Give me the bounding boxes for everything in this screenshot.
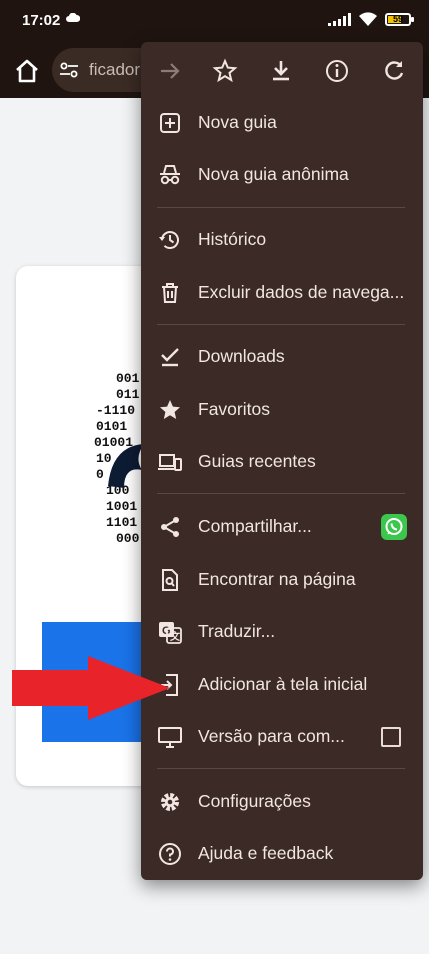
menu-item-label: Nova guia anônima: [198, 164, 349, 184]
svg-text:001: 001: [116, 371, 140, 386]
menu-item-add-to-home-screen[interactable]: Adicionar à tela inicial: [141, 661, 423, 709]
desktop-site-checkbox[interactable]: [381, 727, 401, 747]
info-icon[interactable]: [324, 58, 350, 84]
svg-text:1101: 1101: [106, 515, 137, 530]
download-check-icon: [161, 348, 179, 367]
battery-icon: 59: [385, 12, 414, 26]
menu-item-label: Histórico: [198, 229, 267, 249]
svg-text:10: 10: [96, 451, 112, 466]
svg-text:-1110: -1110: [96, 403, 135, 418]
menu-item-history[interactable]: Histórico: [141, 216, 423, 264]
site-settings-icon[interactable]: [60, 62, 78, 78]
status-indicators: 59: [328, 12, 414, 26]
menu-action-row: [141, 42, 423, 98]
help-icon: [159, 843, 181, 865]
incognito-icon: [160, 165, 180, 185]
menu-item-label: Configurações: [198, 791, 311, 811]
menu-divider: [157, 207, 405, 208]
menu-item-recent-tabs[interactable]: Guias recentes: [141, 438, 423, 486]
menu-item-translate[interactable]: G 文 Traduzir...: [141, 608, 423, 656]
history-icon: [159, 231, 179, 249]
whatsapp-share-button[interactable]: [381, 514, 407, 540]
svg-text:000: 000: [116, 531, 140, 546]
menu-item-label: Adicionar à tela inicial: [198, 674, 368, 694]
menu-item-downloads[interactable]: Downloads: [141, 333, 423, 381]
menu-item-clear-data[interactable]: Excluir dados de navega...: [141, 269, 423, 317]
menu-item-label: Ajuda e feedback: [198, 843, 334, 863]
download-icon[interactable]: [268, 58, 294, 84]
menu-item-label: Downloads: [198, 346, 285, 366]
menu-item-label: Guias recentes: [198, 451, 316, 471]
find-in-page-icon: [162, 569, 178, 591]
svg-text:01001: 01001: [94, 435, 133, 450]
cloud-icon: [66, 13, 80, 22]
gear-icon: [161, 793, 179, 811]
menu-item-find-in-page[interactable]: Encontrar na página: [141, 556, 423, 604]
share-icon: [161, 517, 179, 537]
menu-item-new-tab[interactable]: Nova guia: [141, 99, 423, 147]
trash-icon: [162, 283, 178, 303]
forward-icon[interactable]: [157, 58, 183, 84]
menu-item-bookmarks[interactable]: Favoritos: [141, 386, 423, 434]
menu-divider: [157, 324, 405, 325]
reload-icon[interactable]: [381, 58, 407, 84]
menu-item-help-feedback[interactable]: Ajuda e feedback: [141, 830, 423, 878]
menu-item-label: Excluir dados de navega...: [198, 282, 405, 302]
bookmark-star-icon[interactable]: [212, 58, 238, 84]
svg-text:1001: 1001: [106, 499, 137, 514]
overflow-menu: Nova guia Nova guia anônima Histórico Ex…: [141, 42, 423, 880]
whatsapp-icon: [385, 518, 403, 535]
url-text: ficador: [89, 60, 141, 79]
red-arrow-annotation: [12, 656, 170, 720]
star-icon: [160, 400, 180, 419]
menu-item-share[interactable]: Compartilhar...: [141, 503, 423, 551]
menu-item-settings[interactable]: Configurações: [141, 778, 423, 826]
menu-item-incognito-tab[interactable]: Nova guia anônima: [141, 151, 423, 199]
menu-item-label: Versão para com...: [198, 726, 345, 746]
menu-divider: [157, 768, 405, 769]
devices-icon: [158, 454, 182, 471]
battery-level: 59: [392, 13, 403, 24]
status-time: 17:02: [22, 12, 61, 29]
home-icon[interactable]: [12, 56, 42, 86]
menu-item-label: Favoritos: [198, 399, 270, 419]
menu-item-desktop-site[interactable]: Versão para com...: [141, 713, 423, 761]
menu-item-label: Encontrar na página: [198, 569, 356, 589]
menu-item-label: Nova guia: [198, 112, 277, 132]
desktop-icon: [158, 727, 182, 748]
svg-text:0: 0: [96, 467, 104, 482]
wifi-icon: [359, 12, 377, 26]
svg-text:011: 011: [116, 387, 140, 402]
plus-box-icon: [160, 113, 180, 133]
menu-divider: [157, 493, 405, 494]
status-bar: 17:02 59: [0, 0, 429, 44]
translate-icon: G 文: [159, 622, 182, 644]
svg-text:0101: 0101: [96, 419, 127, 434]
signal-icon: [328, 12, 351, 26]
menu-item-label: Compartilhar...: [198, 516, 312, 536]
svg-text:文: 文: [170, 630, 181, 643]
menu-item-label: Traduzir...: [198, 621, 276, 641]
